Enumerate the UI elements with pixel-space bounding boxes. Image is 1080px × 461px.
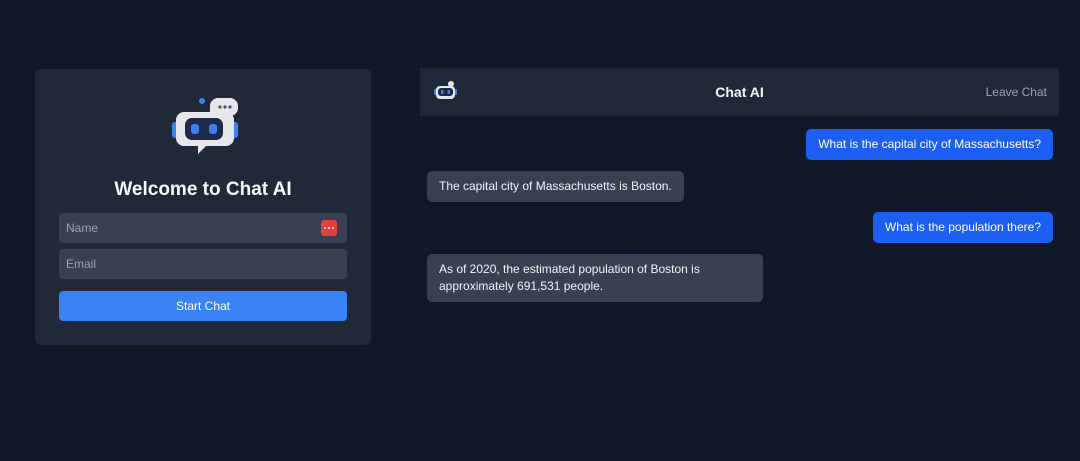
email-input[interactable] <box>59 249 347 279</box>
name-input[interactable] <box>59 213 347 243</box>
user-message: What is the capital city of Massachusett… <box>806 129 1053 160</box>
bot-message: The capital city of Massachusetts is Bos… <box>427 171 684 202</box>
login-card: Welcome to Chat AI Start Chat <box>35 69 371 345</box>
robot-chat-icon <box>172 98 238 154</box>
user-message: What is the population there? <box>872 212 1053 243</box>
bot-message: As of 2020, the estimated population of … <box>427 254 763 302</box>
chat-title: Chat AI <box>715 84 764 100</box>
password-manager-icon[interactable] <box>321 220 337 236</box>
welcome-title: Welcome to Chat AI <box>114 179 292 200</box>
page: Welcome to Chat AI Start Chat Chat AI Le… <box>0 0 1080 461</box>
start-chat-button[interactable]: Start Chat <box>59 291 347 321</box>
leave-chat-button[interactable]: Leave Chat <box>986 85 1047 99</box>
chat-header: Chat AI Leave Chat <box>420 68 1059 116</box>
